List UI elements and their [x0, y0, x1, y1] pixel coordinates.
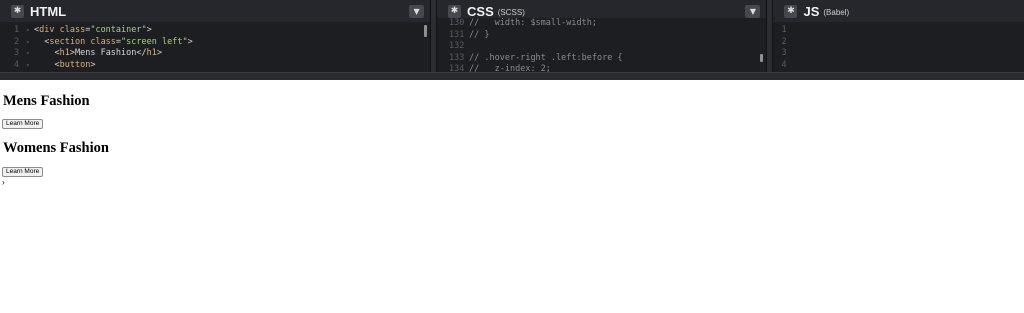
code-token: section: [49, 36, 91, 47]
code-token: >: [187, 36, 193, 47]
chevron-down-icon[interactable]: ▼: [409, 4, 425, 18]
line-number: 1: [781, 25, 787, 35]
code-token: button: [59, 59, 91, 70]
code-comment: // z-index: 2;: [469, 64, 551, 72]
code-line[interactable]: 132: [437, 41, 766, 53]
css-code-area[interactable]: 130 // width: $small-width; 131 // } 132 133 /…: [437, 18, 767, 72]
line-number: 2: [14, 36, 20, 47]
code-line[interactable]: 3 ▾ < h1 > Mens Fashion </h1 >: [0, 48, 430, 60]
learn-more-button-mens[interactable]: Learn More: [2, 119, 44, 129]
html-code-area[interactable]: 1 ▾ < div class = "container" >2 ▾ < section cla…: [0, 22, 431, 72]
code-token: h1: [59, 48, 70, 58]
line-number: 2: [781, 36, 787, 47]
code-line[interactable]: 131 // }: [437, 30, 766, 42]
pane-resizer[interactable]: [430, 0, 438, 72]
section-heading-womens: Womens Fashion: [3, 140, 109, 156]
code-comment: // width: $small-width;: [469, 18, 597, 28]
html-pane-title: HTML: [30, 3, 67, 19]
line-number: 1: [14, 25, 20, 35]
code-token: >: [156, 48, 163, 58]
line-number: 131: [449, 29, 465, 40]
code-line[interactable]: 1: [773, 25, 1024, 37]
code-line[interactable]: 134 // z-index: 2;: [437, 64, 766, 72]
code-line[interactable]: 4: [773, 60, 1024, 72]
js-pane-title: JS: [803, 3, 820, 19]
section-heading-mens: Mens Fashion: [3, 93, 90, 109]
fold-arrow-icon[interactable]: ▾: [26, 60, 34, 72]
code-token: >: [90, 59, 96, 70]
line-number: 130: [449, 18, 465, 28]
pane-resizer[interactable]: [766, 0, 774, 72]
editor-resize-bar[interactable]: [0, 72, 1024, 80]
js-pane-header: ✱ JS (Babel): [773, 0, 1024, 22]
css-pane-title: CSS: [467, 3, 494, 19]
code-comment: // .hover-right .left:before {: [469, 52, 623, 63]
html-scrollbar[interactable]: [424, 25, 428, 37]
html-editor-pane[interactable]: ✱ HTML ▼ 1 ▾ < div class = "container" >2 ▾ < se…: [0, 0, 431, 72]
fold-arrow-icon[interactable]: ▾: [26, 25, 34, 37]
line-number: 4: [14, 59, 20, 70]
html-pane-header: ✱ HTML ▼: [0, 0, 431, 22]
css-editor-pane[interactable]: ✱ CSS (SCSS) ▼ 130 // width: $small-width…: [437, 0, 767, 72]
code-token: </: [136, 48, 147, 58]
js-editor-pane[interactable]: ✱ JS (Babel) 1234: [773, 0, 1024, 72]
code-token: >: [146, 25, 152, 35]
code-token: "container": [90, 25, 147, 35]
code-comment: // }: [469, 29, 490, 40]
code-token: class: [90, 36, 116, 47]
result-preview: Mens Fashion Learn More Womens Fashion L…: [0, 80, 1024, 313]
line-number: 3: [14, 48, 20, 58]
chevron-right-icon: ›: [2, 178, 5, 187]
code-token: "screen left": [121, 36, 188, 47]
code-token: h1: [146, 48, 157, 58]
code-line[interactable]: 130 // width: $small-width;: [437, 18, 766, 30]
code-line[interactable]: 3: [773, 48, 1024, 60]
fold-arrow-icon[interactable]: ▾: [26, 37, 34, 49]
js-pane-subtitle: (Babel): [823, 7, 850, 17]
gear-icon[interactable]: ✱: [784, 4, 798, 18]
gear-icon[interactable]: ✱: [448, 4, 462, 18]
fold-arrow-icon[interactable]: ▾: [26, 48, 34, 60]
code-line[interactable]: 2: [773, 37, 1024, 49]
line-number: 3: [781, 48, 787, 58]
code-token: Mens Fashion: [74, 48, 137, 58]
code-line[interactable]: 133 // .hover-right .left:before {: [437, 53, 766, 65]
code-line[interactable]: 1 ▾ < div class = "container" >: [0, 25, 430, 37]
line-number: 133: [449, 52, 465, 63]
js-code-area[interactable]: 1234: [773, 22, 1024, 72]
line-number: 132: [449, 41, 465, 51]
line-number: 4: [781, 59, 787, 70]
code-editors: ✱ HTML ▼ 1 ▾ < div class = "container" >2 ▾ < se…: [0, 0, 1024, 80]
code-line[interactable]: 4 ▾ < button >: [0, 60, 430, 72]
code-token: class: [59, 25, 86, 35]
line-number: 134: [449, 64, 465, 72]
code-line[interactable]: 2 ▾ < section class = "screen left" >: [0, 37, 430, 49]
css-pane-subtitle: (SCSS): [497, 7, 525, 17]
code-token: div: [39, 25, 60, 35]
learn-more-button-womens[interactable]: Learn More: [2, 167, 44, 177]
gear-icon[interactable]: ✱: [11, 4, 24, 18]
chevron-down-icon[interactable]: ▼: [745, 4, 761, 18]
